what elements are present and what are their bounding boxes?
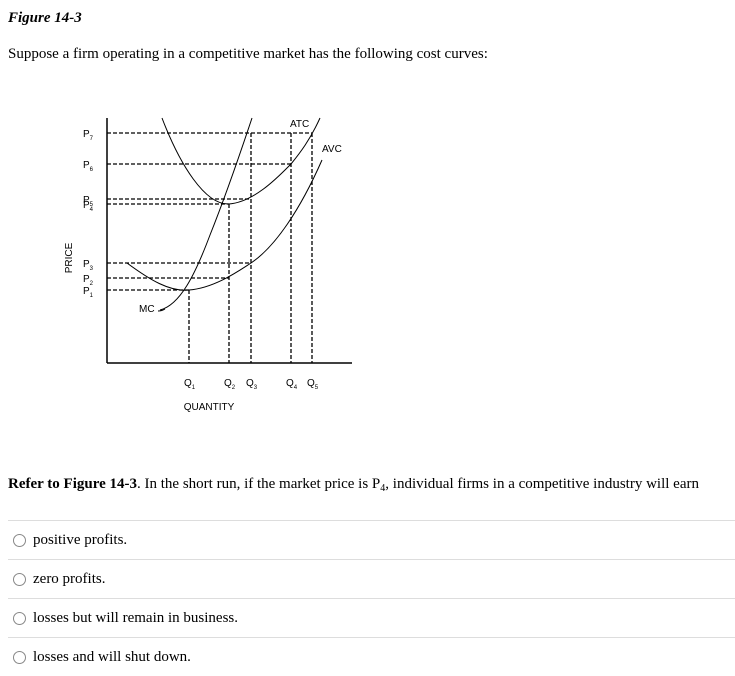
option-label: zero profits. [33, 570, 106, 587]
price-labels: P1P2P3P4P5P6P7 [83, 129, 94, 299]
curves [126, 117, 323, 311]
radio-button[interactable] [13, 572, 26, 586]
mc-curve [159, 117, 253, 311]
guide-lines [107, 132, 313, 363]
quantity-labels: Q1 Q2 Q3 Q4 Q5 [184, 378, 319, 391]
avc-label: AVC [322, 144, 342, 155]
option-label: losses and will shut down. [33, 648, 191, 665]
quantity-label-q5: Q5 [307, 378, 319, 391]
x-axis-label: QUANTITY [184, 402, 235, 413]
option-label: positive profits. [33, 531, 128, 548]
mc-label: MC [139, 304, 155, 315]
quantity-label-q3: Q3 [246, 378, 258, 391]
radio-button[interactable] [13, 611, 26, 625]
option-label: losses but will remain in business. [33, 609, 238, 626]
quantity-label-q2: Q2 [224, 378, 236, 391]
price-label-p6: P6 [83, 160, 94, 173]
option-zero-profits[interactable]: zero profits. [8, 559, 735, 598]
y-axis-label: PRICE [64, 242, 75, 273]
radio-button[interactable] [13, 533, 26, 547]
quantity-label-q1: Q1 [184, 378, 196, 391]
question-reference: Refer to Figure 14-3 [8, 476, 137, 492]
price-label-p1: P1 [83, 286, 94, 299]
option-losses-remain[interactable]: losses but will remain in business. [8, 598, 735, 637]
atc-curve [161, 117, 321, 205]
price-label-p7: P7 [83, 129, 94, 142]
avc-curve [126, 159, 323, 291]
answer-options: positive profits. zero profits. losses b… [8, 520, 735, 676]
cost-curves-graph: P1P2P3P4P5P6P7 Q1 Q2 Q3 Q4 Q5 MCATCAVC PRICE… [64, 117, 352, 413]
question-text: Refer to Figure 14-3. In the short run, … [8, 476, 699, 494]
option-losses-shut-down[interactable]: losses and will shut down. [8, 637, 735, 676]
atc-label: ATC [290, 119, 309, 130]
quantity-label-q4: Q4 [286, 378, 298, 391]
radio-button[interactable] [13, 650, 26, 664]
option-positive-profits[interactable]: positive profits. [8, 520, 735, 559]
price-label-p3: P3 [83, 259, 94, 272]
